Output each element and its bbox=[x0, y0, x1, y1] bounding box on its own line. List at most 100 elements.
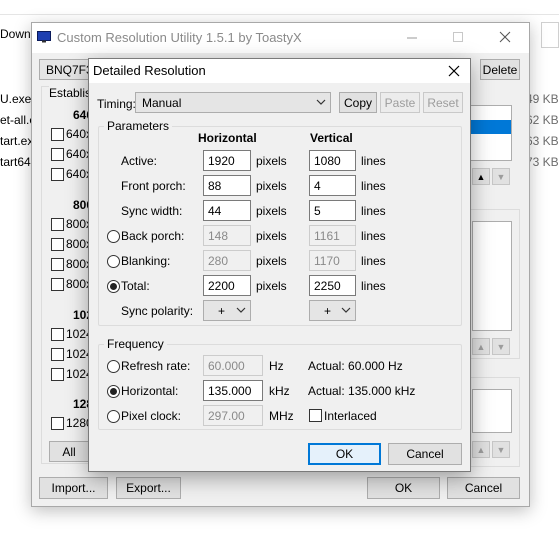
res-checkbox[interactable] bbox=[51, 348, 64, 361]
h-polarity-value: + bbox=[218, 304, 226, 318]
refresh-rate-radio[interactable] bbox=[107, 360, 120, 373]
interlaced-checkbox[interactable] bbox=[309, 409, 322, 422]
sync-width-label: Sync width: bbox=[121, 204, 183, 218]
v-blanking-field[interactable]: 1170 bbox=[309, 250, 356, 271]
explorer-file[interactable]: tart.ex bbox=[0, 134, 33, 148]
parameters-label: Parameters bbox=[104, 119, 173, 133]
main-ok-button[interactable]: OK bbox=[367, 477, 440, 499]
blanking-label: Blanking: bbox=[121, 254, 171, 268]
standard-resolutions-list[interactable] bbox=[472, 221, 512, 331]
minimize-icon[interactable] bbox=[402, 30, 422, 44]
res-checkbox[interactable] bbox=[51, 278, 64, 291]
res-checkbox[interactable] bbox=[51, 168, 64, 181]
v-front-porch-field[interactable]: 4 bbox=[309, 175, 356, 196]
v-sync-width-field[interactable]: 5 bbox=[309, 200, 356, 221]
sync-polarity-label: Sync polarity: bbox=[121, 304, 194, 318]
interlaced-label: Interlaced bbox=[324, 409, 377, 423]
delete-button[interactable]: Delete bbox=[480, 59, 520, 80]
explorer-file[interactable]: tart64. bbox=[0, 155, 34, 169]
chevron-down-icon bbox=[315, 96, 327, 108]
back-porch-label: Back porch: bbox=[121, 229, 185, 243]
import-button[interactable]: Import... bbox=[39, 477, 108, 499]
h-polarity-select[interactable]: + bbox=[203, 300, 251, 321]
move-down-button[interactable]: ▼ bbox=[492, 338, 510, 355]
res-checkbox[interactable] bbox=[51, 368, 64, 381]
chevron-down-icon bbox=[340, 304, 352, 316]
extension-blocks-list[interactable] bbox=[472, 389, 512, 433]
h-unit-label: pixels bbox=[256, 254, 287, 268]
res-checkbox[interactable] bbox=[51, 258, 64, 271]
horizontal-freq-radio[interactable] bbox=[107, 385, 120, 398]
front-porch-label: Front porch: bbox=[121, 179, 186, 193]
paste-button[interactable]: Paste bbox=[380, 92, 420, 113]
vertical-header: Vertical bbox=[310, 131, 353, 145]
res-checkbox[interactable] bbox=[51, 328, 64, 341]
frequency-label: Frequency bbox=[104, 337, 167, 351]
explorer-header-line bbox=[0, 14, 559, 15]
up-arrow-icon: ▲ bbox=[476, 444, 486, 455]
maximize-icon[interactable] bbox=[448, 30, 468, 44]
close-icon[interactable] bbox=[495, 30, 515, 44]
all-button[interactable]: All bbox=[49, 441, 89, 462]
res-checkbox[interactable] bbox=[51, 128, 64, 141]
main-window-title: Custom Resolution Utility 1.5.1 by Toast… bbox=[57, 30, 302, 45]
dialog-cancel-button[interactable]: Cancel bbox=[388, 443, 462, 465]
up-arrow-icon: ▲ bbox=[476, 171, 486, 182]
move-up-button[interactable]: ▲ bbox=[472, 168, 490, 185]
back-porch-radio[interactable] bbox=[107, 230, 120, 243]
h-front-porch-field[interactable]: 88 bbox=[203, 175, 251, 196]
export-button[interactable]: Export... bbox=[116, 477, 181, 499]
res-checkbox[interactable] bbox=[51, 218, 64, 231]
chevron-down-icon bbox=[235, 304, 247, 316]
res-checkbox[interactable] bbox=[51, 417, 64, 430]
pixel-clock-radio[interactable] bbox=[107, 410, 120, 423]
h-unit-label: pixels bbox=[256, 179, 287, 193]
v-back-porch-field[interactable]: 1161 bbox=[309, 225, 356, 246]
explorer-scroll-box bbox=[541, 22, 559, 48]
h-back-porch-field[interactable]: 148 bbox=[203, 225, 251, 246]
down-arrow-icon: ▼ bbox=[496, 171, 506, 182]
v-unit-label: lines bbox=[361, 179, 386, 193]
timing-select[interactable]: Manual bbox=[135, 92, 331, 113]
h-active-field[interactable]: 1920 bbox=[203, 150, 251, 171]
copy-button[interactable]: Copy bbox=[339, 92, 377, 113]
move-up-button[interactable]: ▲ bbox=[472, 338, 490, 355]
horizontal-freq-unit: kHz bbox=[269, 384, 290, 398]
main-cancel-button[interactable]: Cancel bbox=[447, 477, 520, 499]
horizontal-header: Horizontal bbox=[198, 131, 257, 145]
res-checkbox[interactable] bbox=[51, 238, 64, 251]
refresh-actual: Actual: 60.000 Hz bbox=[308, 359, 403, 373]
h-sync-width-field[interactable]: 44 bbox=[203, 200, 251, 221]
horizontal-freq-label: Horizontal: bbox=[121, 384, 179, 398]
h-blanking-field[interactable]: 280 bbox=[203, 250, 251, 271]
move-down-button[interactable]: ▼ bbox=[492, 441, 510, 458]
move-down-button[interactable]: ▼ bbox=[492, 168, 510, 185]
dialog-close-icon[interactable] bbox=[445, 63, 463, 79]
res-checkbox[interactable] bbox=[51, 148, 64, 161]
horizontal-freq-field[interactable]: 135.000 bbox=[203, 380, 263, 401]
dialog-ok-button[interactable]: OK bbox=[308, 443, 381, 465]
pixel-clock-unit: MHz bbox=[269, 409, 294, 423]
main-title-bar[interactable]: Custom Resolution Utility 1.5.1 by Toast… bbox=[32, 23, 529, 53]
v-total-field[interactable]: 2250 bbox=[309, 275, 356, 296]
explorer-file[interactable]: U.exe bbox=[0, 92, 31, 106]
dialog-title-bar[interactable]: Detailed Resolution bbox=[89, 59, 470, 83]
h-total-field[interactable]: 2200 bbox=[203, 275, 251, 296]
move-up-button[interactable]: ▲ bbox=[472, 441, 490, 458]
selected-list-row[interactable] bbox=[471, 120, 511, 134]
refresh-rate-field[interactable]: 60.000 bbox=[203, 355, 263, 376]
active-label: Active: bbox=[121, 154, 158, 168]
detailed-resolutions-list[interactable] bbox=[470, 105, 512, 161]
v-unit-label: lines bbox=[361, 154, 386, 168]
total-label: Total: bbox=[121, 279, 150, 293]
refresh-rate-label: Refresh rate: bbox=[121, 359, 191, 373]
timing-label: Timing: bbox=[97, 97, 136, 111]
total-radio[interactable] bbox=[107, 280, 120, 293]
v-polarity-value: + bbox=[324, 304, 332, 318]
v-active-field[interactable]: 1080 bbox=[309, 150, 356, 171]
blanking-radio[interactable] bbox=[107, 255, 120, 268]
v-polarity-select[interactable]: + bbox=[309, 300, 356, 321]
h-unit-label: pixels bbox=[256, 204, 287, 218]
pixel-clock-field[interactable]: 297.00 bbox=[203, 405, 263, 426]
reset-button[interactable]: Reset bbox=[423, 92, 463, 113]
